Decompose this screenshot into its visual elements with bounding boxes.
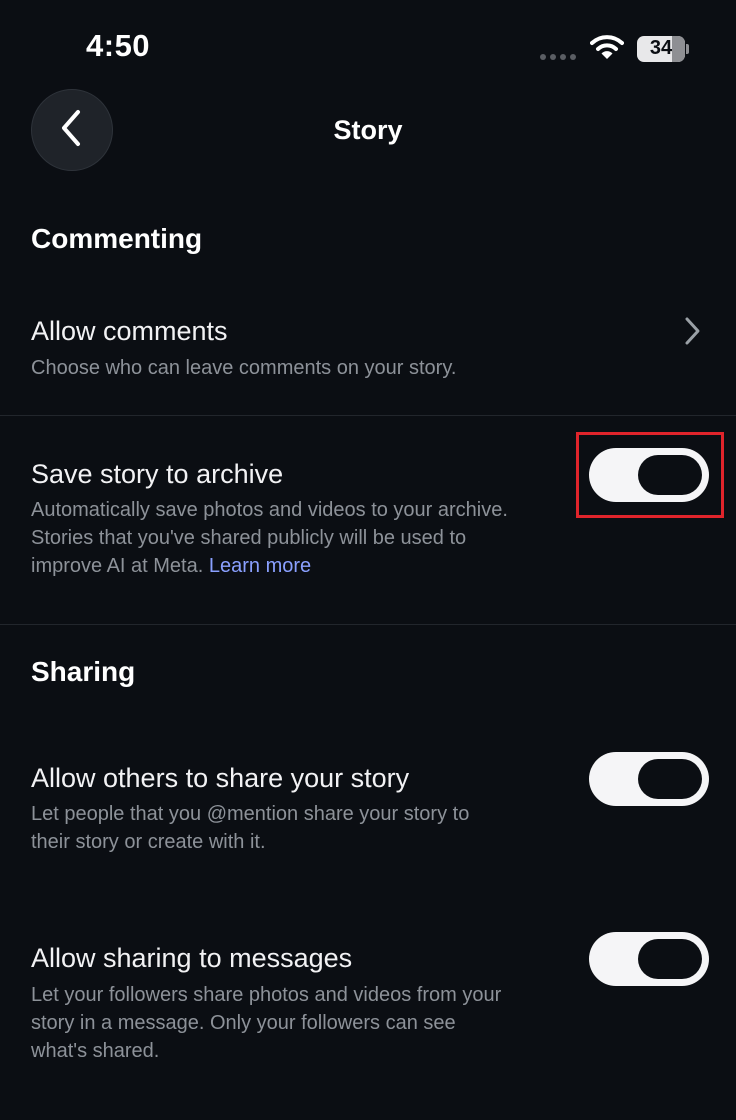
toggle-knob [638,759,702,799]
save-archive-description-line2: Stories that you've shared publicly will… [31,527,467,549]
share-messages-title: Allow sharing to messages [31,943,353,973]
share-story-toggle[interactable] [589,752,709,806]
divider [0,415,736,416]
page-title: Story [333,115,403,145]
allow-comments-description: Choose who can leave comments on your st… [31,357,457,379]
status-time: 4:50 [86,28,151,63]
battery-tip [686,44,689,54]
section-heading-commenting: Commenting [31,223,203,254]
save-archive-description-line3: improve AI at Meta. Learn more [31,552,311,580]
share-story-title: Allow others to share your story [31,763,410,793]
section-heading-sharing: Sharing [31,656,136,687]
divider [0,624,736,625]
chevron-right-icon [682,315,704,352]
wifi-icon [590,34,624,65]
highlight-box [576,432,724,518]
save-archive-title: Save story to archive [31,459,284,489]
share-messages-description-line3: what's shared. [31,1040,160,1062]
battery-level: 34 [649,37,673,59]
share-messages-description-line2: story in a message. Only your followers … [31,1012,456,1034]
allow-comments-title: Allow comments [31,316,228,346]
learn-more-link[interactable]: Learn more [209,555,311,577]
battery-icon: 34 [637,36,685,62]
share-messages-description-line1: Let your followers share photos and vide… [31,984,502,1006]
share-story-description-line2: their story or create with it. [31,831,266,853]
cellular-signal-icon [540,54,576,60]
share-messages-toggle[interactable] [589,932,709,986]
save-archive-description-text: improve AI at Meta. [31,555,204,577]
save-archive-description-line1: Automatically save photos and videos to … [31,499,508,521]
share-story-description-line1: Let people that you @mention share your … [31,803,470,825]
toggle-knob [638,939,702,979]
